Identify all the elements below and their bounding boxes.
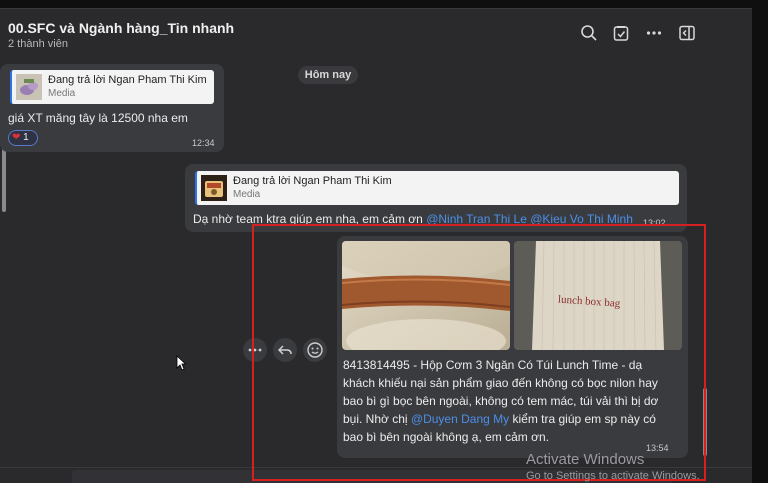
search-icon[interactable] xyxy=(580,24,598,42)
highlight-box xyxy=(252,224,706,481)
reaction-badge[interactable]: ❤ 1 xyxy=(8,130,38,146)
message-text: giá XT măng tây là 12500 nha em xyxy=(8,111,188,125)
member-count[interactable]: 2 thành viên xyxy=(8,38,68,50)
activation-watermark-sub: Go to Settings to activate Windows. xyxy=(526,470,700,482)
reply-media-label: Media xyxy=(48,88,76,99)
reply-media-label: Media xyxy=(233,189,261,200)
heart-icon: ❤ xyxy=(12,132,21,143)
window-edge xyxy=(752,0,768,483)
sidebar-toggle-icon[interactable] xyxy=(678,24,696,42)
conversation-title[interactable]: 00.SFC và Ngành hàng_Tin nhanh xyxy=(8,20,234,36)
activation-watermark: Activate Windows xyxy=(526,451,645,468)
chat-app: 00.SFC và Ngành hàng_Tin nhanh 2 thành v… xyxy=(0,0,768,483)
message-bubble[interactable]: Đang trả lời Ngan Pham Thi Kim Media Dạ … xyxy=(185,164,687,232)
reply-thumbnail xyxy=(16,74,42,100)
reaction-count: 1 xyxy=(23,132,29,143)
reply-thumbnail xyxy=(201,175,227,201)
chat-header: 00.SFC và Ngành hàng_Tin nhanh 2 thành v… xyxy=(0,8,752,56)
reply-title: Đang trả lời Ngan Pham Thi Kim xyxy=(48,74,207,86)
mouse-cursor-icon xyxy=(176,355,187,371)
reply-quote[interactable]: Đang trả lời Ngan Pham Thi Kim Media xyxy=(195,171,679,205)
reply-quote[interactable]: Đang trả lời Ngan Pham Thi Kim Media xyxy=(10,70,214,104)
message-time: 12:34 xyxy=(192,138,215,148)
more-icon[interactable] xyxy=(645,24,663,42)
date-separator: Hôm nay xyxy=(298,66,358,84)
checklist-icon[interactable] xyxy=(612,24,630,42)
reply-title: Đang trả lời Ngan Pham Thi Kim xyxy=(233,175,392,187)
